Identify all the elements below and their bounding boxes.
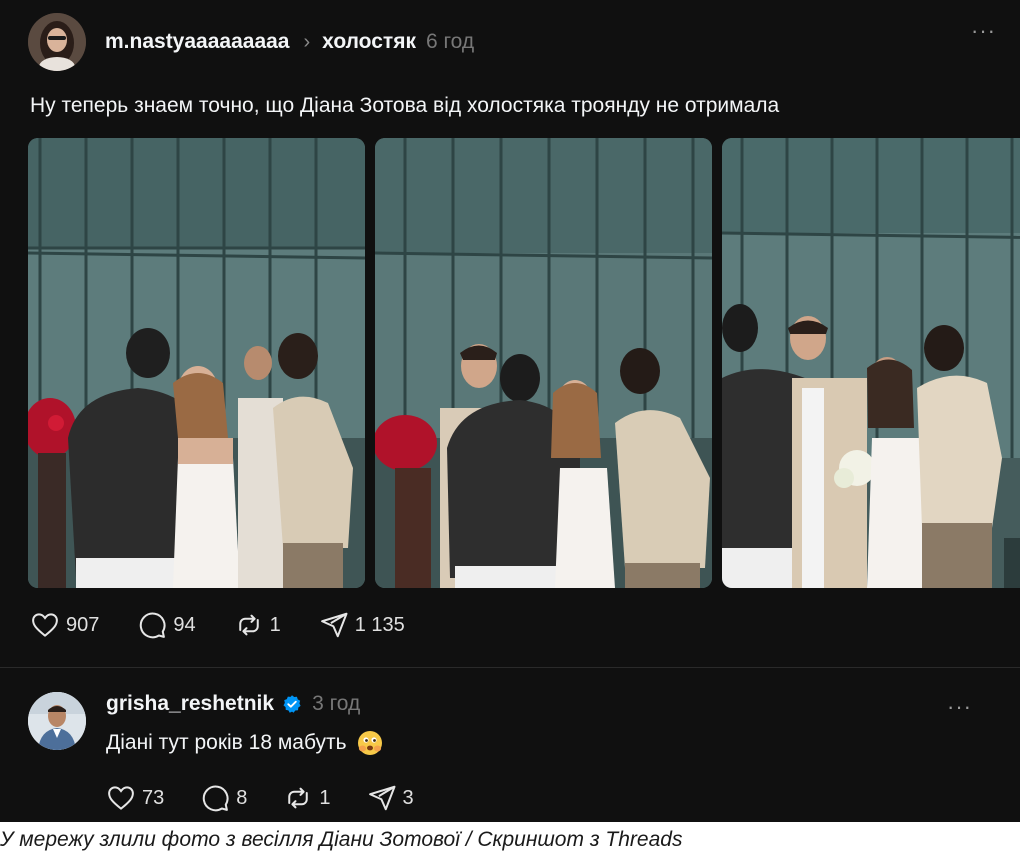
thinking-face-emoji-icon [357,731,382,755]
reply-header: grisha_reshetnik 3 год [106,692,360,716]
comment-button[interactable]: 94 [137,610,196,640]
post-header: m.nastyaaaaaaaaa › холостяк 6 год [28,12,998,72]
like-button[interactable]: 907 [30,610,99,640]
reply-time: 3 год [312,692,361,715]
reply-text-row: Діані тут років 18 мабуть [106,730,383,756]
chevron-right-icon: › [303,30,311,53]
photo-3[interactable] [722,138,1020,588]
post-time: 6 год [425,30,475,53]
author-username[interactable]: m.nastyaaaaaaaaa [105,30,289,54]
reply-actions: 73 8 1 3 [106,783,450,813]
reply-share-count: 3 [402,786,414,809]
send-icon [320,612,348,638]
reply-like-button[interactable]: 73 [106,783,164,813]
comment-icon [140,612,166,639]
repost-icon [238,614,259,636]
reply-text: Діані тут років 18 мабуть [106,731,347,754]
comment-count: 94 [173,613,196,636]
reply-comment-button[interactable]: 8 [200,783,247,813]
share-button[interactable]: 1 135 [319,610,405,640]
divider [0,667,1020,668]
comment-icon [203,785,229,812]
reply-username[interactable]: grisha_reshetnik [106,692,274,716]
repost-icon [288,787,309,809]
reply-avatar[interactable] [28,692,86,750]
post-text: Ну теперь знаем точно, що Діана Зотова в… [30,94,780,117]
verified-badge-icon [283,695,301,713]
reply-repost-count: 1 [319,786,331,809]
threads-screenshot: m.nastyaaaaaaaaa › холостяк 6 год ··· Ну… [0,0,1020,822]
topic-tag[interactable]: холостяк [322,30,416,54]
more-options-icon[interactable]: ··· [971,18,996,44]
photo-1[interactable] [28,138,365,588]
post-actions: 907 94 1 1 135 [30,610,443,640]
photo-2[interactable] [375,138,712,588]
reply-share-button[interactable]: 3 [367,783,414,813]
share-count: 1 135 [354,613,405,636]
reply-like-count: 73 [142,786,165,809]
author-avatar[interactable] [28,13,86,71]
repost-count: 1 [269,613,281,636]
reply-comment-count: 8 [236,786,248,809]
photo-gallery[interactable] [28,138,1020,588]
send-icon [368,785,395,811]
heart-icon [32,613,58,637]
image-caption: У мережу злили фото з весілля Діани Зото… [0,828,683,851]
heart-icon [108,786,134,810]
repost-button[interactable]: 1 [234,610,281,640]
like-count: 907 [66,613,100,636]
reply-more-options-icon[interactable]: ··· [947,694,972,720]
reply-repost-button[interactable]: 1 [283,783,331,813]
